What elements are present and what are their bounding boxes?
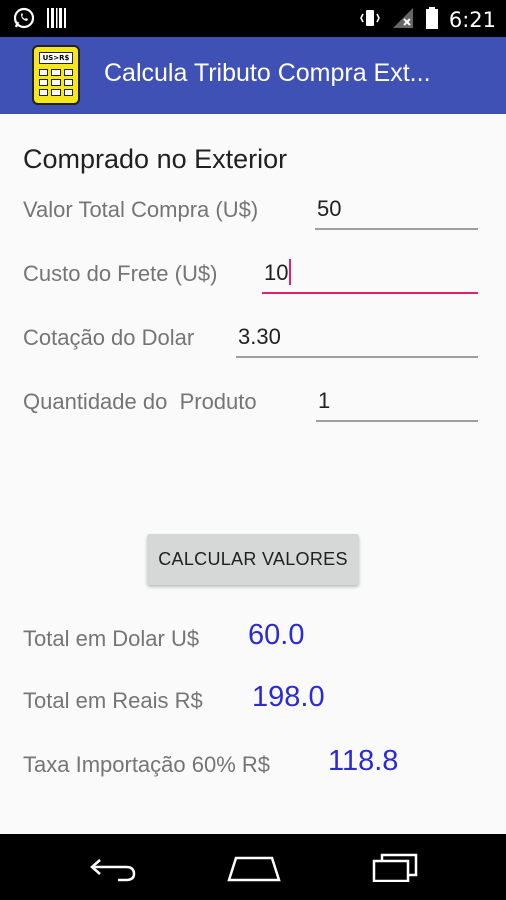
status-time: 6:21: [448, 8, 496, 32]
text-cursor: [289, 259, 292, 285]
section-title: Comprado no Exterior: [23, 144, 288, 174]
calculator-app-icon: US>R$: [32, 45, 80, 105]
field-label-valor-total: Valor Total Compra (U$): [23, 197, 259, 222]
valor-total-value: 50: [317, 196, 342, 221]
field-label-quantidade: Quantidade do Produto: [23, 389, 257, 414]
cotacao-dolar-input[interactable]: 3.30: [236, 322, 478, 358]
barcode-icon: [46, 6, 68, 34]
navigation-bar: [0, 834, 506, 900]
app-icon-screen: US>R$: [39, 52, 73, 64]
no-signal-icon: [391, 6, 415, 34]
custo-frete-value: 10: [264, 260, 289, 285]
cotacao-dolar-value: 3.30: [238, 324, 281, 349]
recents-icon[interactable]: [370, 852, 420, 886]
valor-total-input[interactable]: 50: [315, 194, 478, 230]
result-label-total-dolar: Total em Dolar U$: [23, 626, 200, 651]
result-label-taxa-importacao: Taxa Importação 60% R$: [23, 752, 271, 777]
back-icon[interactable]: [88, 852, 138, 886]
custo-frete-input[interactable]: 10: [262, 258, 478, 294]
result-value-total-dolar: 60.0: [248, 619, 305, 651]
result-value-taxa-importacao: 118.8: [328, 745, 399, 777]
status-bar: 6:21: [0, 0, 506, 37]
quantidade-input[interactable]: 1: [316, 386, 478, 422]
result-value-total-reais: 198.0: [252, 681, 325, 713]
home-icon[interactable]: [226, 852, 282, 886]
app-title: Calcula Tributo Compra Ext...: [104, 59, 431, 87]
result-label-total-reais: Total em Reais R$: [23, 688, 203, 713]
field-label-custo-frete: Custo do Frete (U$): [23, 261, 218, 286]
field-label-cotacao-dolar: Cotação do Dolar: [23, 325, 195, 350]
main-content: Comprado no Exterior Valor Total Compra …: [0, 114, 506, 834]
app-bar: US>R$ Calcula Tributo Compra Ext...: [0, 37, 506, 114]
vibrate-icon: [359, 6, 381, 34]
battery-icon: [425, 6, 439, 34]
calcular-valores-button[interactable]: CALCULAR VALORES: [147, 534, 359, 585]
whatsapp-icon: [12, 6, 36, 34]
quantidade-value: 1: [318, 388, 331, 413]
